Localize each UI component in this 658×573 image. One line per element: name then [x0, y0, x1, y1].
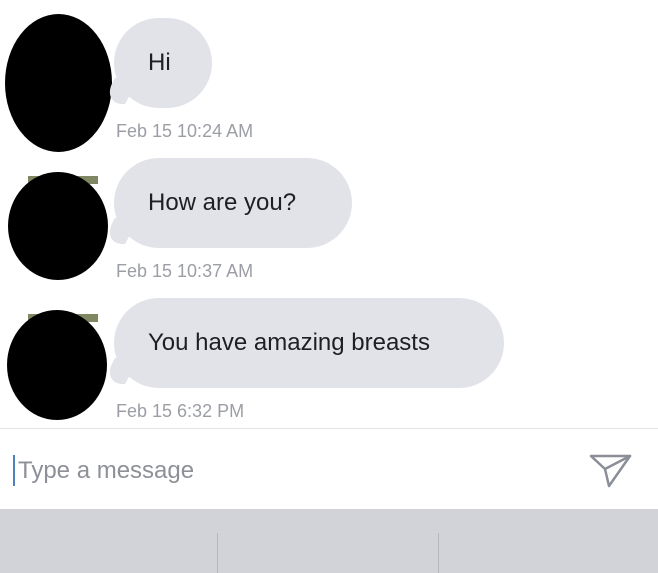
sender-avatar[interactable]	[7, 310, 107, 420]
sender-avatar[interactable]	[5, 14, 112, 152]
paper-plane-icon	[589, 454, 632, 488]
message-bubble[interactable]: Hi	[114, 18, 212, 108]
message-bubble[interactable]: How are you?	[114, 158, 352, 248]
send-button[interactable]	[588, 447, 634, 491]
suggestion-divider	[438, 533, 439, 573]
message-timestamp: Feb 15 10:37 AM	[116, 261, 254, 281]
message-bubble[interactable]: You have amazing breasts	[114, 298, 504, 388]
message-timestamp: Feb 15 10:24 AM	[116, 121, 254, 141]
text-cursor	[13, 455, 15, 486]
message-input[interactable]	[18, 453, 578, 489]
keyboard-suggestion-bar	[0, 509, 658, 573]
suggestion-divider	[217, 533, 218, 573]
message-timestamp: Feb 15 6:32 PM	[116, 401, 245, 421]
sender-avatar[interactable]	[8, 172, 108, 280]
message-composer	[0, 428, 658, 509]
chat-screen: Hi Feb 15 10:24 AM How are you? Feb 15 1…	[0, 0, 658, 573]
